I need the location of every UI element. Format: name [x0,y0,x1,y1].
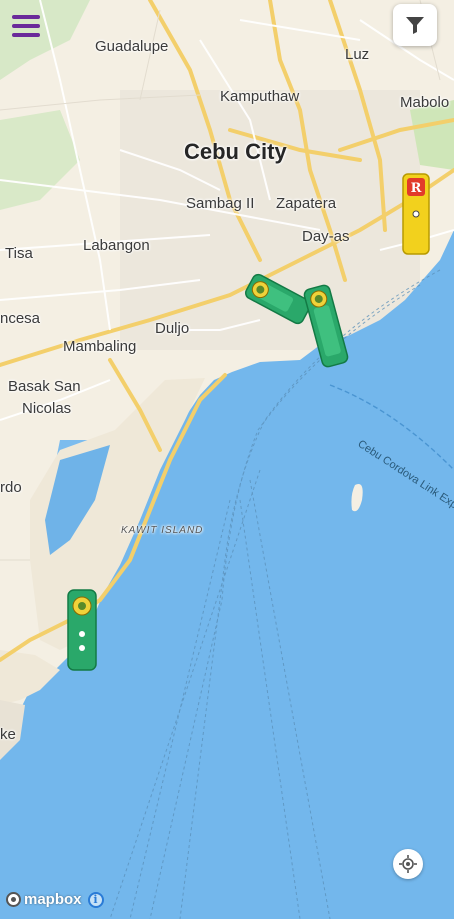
info-icon[interactable]: i [87,891,104,908]
filter-button[interactable] [393,4,437,46]
funnel-filter-icon [406,17,424,34]
hamburger-menu-icon [12,15,40,19]
place-label-zapatera: Zapatera [276,195,337,212]
place-label-dayas: Day-as [302,228,350,245]
place-label-tisa: Tisa [5,245,33,262]
place-label-ke: ke [0,726,16,743]
locate-me-button[interactable] [393,849,423,879]
jeepney-marker[interactable] [64,588,100,672]
place-label-sambag: Sambag II [186,195,255,212]
place-label-kawit-island: KAWIT ISLAND [121,525,204,536]
place-label-luz: Luz [345,46,370,63]
place-label-basak: Basak San [8,378,81,395]
place-label-duljo: Duljo [155,320,190,337]
place-label-ordo: rdo [0,479,22,496]
crosshair-locate-icon [399,855,417,873]
svg-text:R: R [411,181,422,196]
bus-marker[interactable]: R [400,172,432,256]
place-label-guadalupe: Guadalupe [95,38,169,55]
mapbox-wordmark: mapbox [24,891,82,908]
place-label-mabolo: Mabolo [400,94,450,111]
jeepney-marker[interactable] [300,282,352,370]
place-label-cebu-city: Cebu City [184,139,287,164]
place-label-incesa: ncesa [0,310,41,327]
place-label-labangon: Labangon [83,237,150,254]
menu-button[interactable] [12,10,44,42]
mapbox-logo-icon [6,892,21,907]
map-attribution: mapbox i [6,891,104,908]
place-label-nicolas: Nicolas [22,400,72,417]
place-label-mambaling: Mambaling [63,338,137,355]
place-label-kamputhaw: Kamputhaw [220,88,300,105]
mapbox-logo[interactable]: mapbox [6,891,82,908]
